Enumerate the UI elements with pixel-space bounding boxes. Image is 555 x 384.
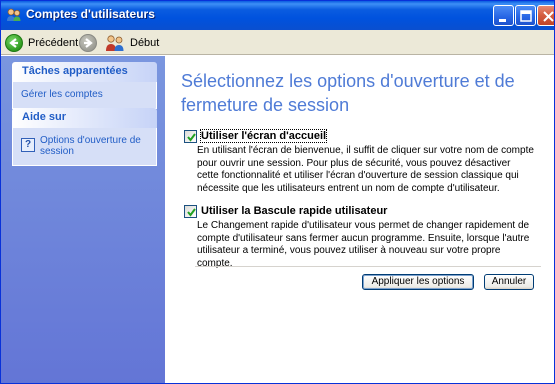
welcome-screen-label[interactable]: Utiliser l'écran d'accueil <box>199 129 328 143</box>
fast-user-switching-option: Utiliser la Bascule rapide utilisateur L… <box>184 204 534 270</box>
home-button[interactable]: Début <box>105 33 159 53</box>
fast-user-switching-description: Le Changement rapide d'utilisateur vous … <box>197 220 530 269</box>
checkmark-icon <box>187 207 196 217</box>
help-item-logon-options[interactable]: ? Options d'ouverture de session <box>21 135 148 157</box>
back-button[interactable]: Précédent <box>5 32 78 53</box>
welcome-screen-option: Utiliser l'écran d'accueil En utilisant … <box>184 129 534 195</box>
back-arrow-icon <box>5 33 23 52</box>
toolbar: Précédent Début <box>1 30 554 55</box>
apply-options-button[interactable]: Appliquer les options <box>362 274 474 290</box>
home-label: Début <box>130 37 160 49</box>
forward-button[interactable] <box>79 34 97 52</box>
user-accounts-window: Comptes d'utilisateurs Précédent Début T… <box>0 0 555 384</box>
cancel-button[interactable]: Annuler <box>484 274 534 290</box>
page-title: Sélectionnez les options d'ouverture et … <box>181 71 515 115</box>
related-tasks-panel: Tâches apparentées Gérer les comptes <box>12 62 157 109</box>
help-panel: Aide sur ? Options d'ouverture de sessio… <box>12 108 157 166</box>
divider <box>195 266 541 267</box>
close-button[interactable] <box>537 5 554 26</box>
title-bar[interactable]: Comptes d'utilisateurs <box>1 1 554 30</box>
users-icon <box>6 7 22 23</box>
minimize-button[interactable] <box>493 5 514 26</box>
welcome-screen-checkbox[interactable] <box>184 129 197 143</box>
maximize-button[interactable] <box>515 5 536 26</box>
window-title: Comptes d'utilisateurs <box>26 7 155 21</box>
manage-accounts-link[interactable]: Gérer les comptes <box>21 89 148 100</box>
fast-user-switching-label[interactable]: Utiliser la Bascule rapide utilisateur <box>201 205 387 217</box>
back-label: Précédent <box>28 36 79 49</box>
forward-arrow-icon <box>84 38 93 48</box>
main-content: Sélectionnez les options d'ouverture et … <box>165 56 554 383</box>
related-tasks-title[interactable]: Tâches apparentées <box>12 62 157 82</box>
help-title[interactable]: Aide sur <box>12 108 157 128</box>
close-icon <box>543 11 554 22</box>
task-pane: Tâches apparentées Gérer les comptes Aid… <box>1 56 165 383</box>
minimize-icon <box>499 19 506 22</box>
home-users-icon <box>106 35 124 51</box>
welcome-screen-description: En utilisant l'écran de bienvenue, il su… <box>197 145 534 194</box>
checkmark-icon <box>187 132 196 142</box>
maximize-icon <box>520 10 532 22</box>
fast-user-switching-checkbox[interactable] <box>184 204 197 218</box>
help-topic-icon: ? <box>21 138 35 152</box>
help-item-label[interactable]: Options d'ouverture de session <box>40 135 148 157</box>
